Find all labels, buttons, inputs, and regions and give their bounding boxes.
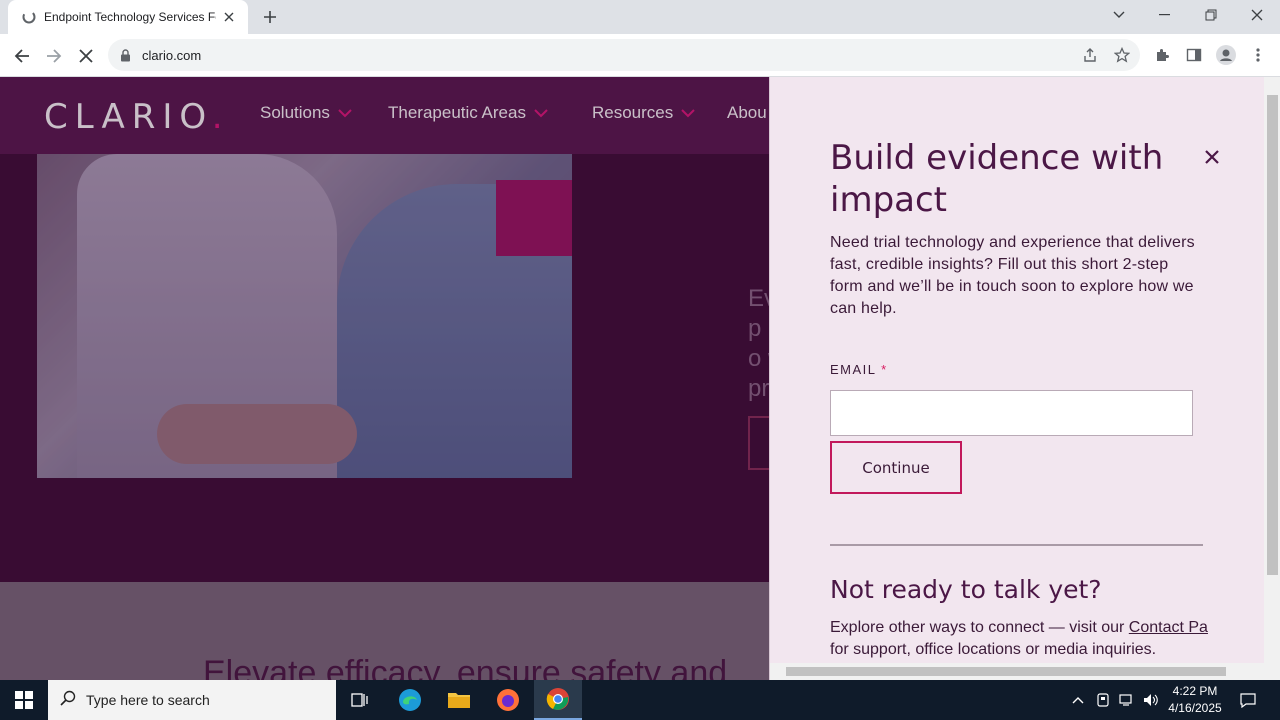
browser-tab[interactable]: Endpoint Technology Services Fo xyxy=(8,0,248,34)
chevron-up-icon[interactable] xyxy=(1068,680,1088,720)
close-window-icon[interactable] xyxy=(1234,0,1280,30)
explore-line1: Explore other ways to connect — visit ou… xyxy=(830,619,1129,636)
search-icon xyxy=(60,690,76,711)
restore-icon[interactable] xyxy=(1188,0,1234,30)
tab-search-icon[interactable] xyxy=(1096,0,1142,30)
share-icon[interactable] xyxy=(1077,42,1103,68)
email-field[interactable] xyxy=(830,390,1193,436)
loading-favicon-icon xyxy=(22,10,36,24)
chevron-down-icon xyxy=(534,108,548,118)
continue-button[interactable]: Continue xyxy=(830,441,962,494)
taskbar-search-box[interactable]: Type here to search xyxy=(48,680,336,720)
profile-avatar-icon[interactable] xyxy=(1213,42,1239,68)
browser-tabstrip: Endpoint Technology Services Fo xyxy=(0,0,1280,34)
logo-text: CLARIO xyxy=(44,97,212,137)
clock-date: 4/16/2025 xyxy=(1168,701,1222,715)
task-view-icon[interactable] xyxy=(336,680,384,720)
chevron-down-icon xyxy=(338,108,352,118)
edge-browser-icon[interactable] xyxy=(386,680,434,720)
close-tab-icon[interactable] xyxy=(220,8,238,26)
contact-page-link[interactable]: Contact Pa xyxy=(1129,619,1208,636)
windows-taskbar: Type here to search 4:22 PM 4/16/2025 xyxy=(0,680,1280,720)
close-panel-icon[interactable] xyxy=(1200,145,1224,169)
firefox-icon[interactable] xyxy=(484,680,532,720)
system-clock[interactable]: 4:22 PM 4/16/2025 xyxy=(1160,683,1230,717)
tab-title: Endpoint Technology Services Fo xyxy=(44,10,216,24)
nav-label: Resources xyxy=(592,103,674,122)
new-tab-button[interactable] xyxy=(259,6,281,28)
url-text: clario.com xyxy=(142,47,202,63)
forward-icon[interactable] xyxy=(40,42,68,70)
extensions-icon[interactable] xyxy=(1149,42,1175,68)
contact-side-panel: Build evidence with impact Need trial te… xyxy=(769,77,1280,680)
clario-logo[interactable]: CLARIO. xyxy=(44,97,230,137)
logo-dot: . xyxy=(211,97,230,137)
device-icon[interactable] xyxy=(1092,680,1114,720)
section-heading: Elevate efficacy, ensure safety and xyxy=(203,654,728,680)
required-asterisk: * xyxy=(881,362,888,377)
hero-photo-doctor-nurse xyxy=(37,154,572,478)
minimize-icon[interactable] xyxy=(1142,0,1188,30)
web-page: CLARIO. Solutions Therapeutic Areas Reso… xyxy=(0,77,1280,680)
clock-time: 4:22 PM xyxy=(1172,684,1218,698)
not-ready-heading: Not ready to talk yet? xyxy=(830,575,1102,604)
scrollbar-thumb[interactable] xyxy=(786,667,1226,676)
back-icon[interactable] xyxy=(8,42,36,70)
email-label-text: EMAIL xyxy=(830,362,877,377)
chevron-down-icon xyxy=(681,108,695,118)
side-panel-icon[interactable] xyxy=(1181,42,1207,68)
panel-description: Need trial technology and experience tha… xyxy=(830,234,1195,317)
panel-title: Build evidence with impact xyxy=(830,138,1164,220)
browser-toolbar: clario.com xyxy=(0,34,1280,77)
notifications-icon[interactable] xyxy=(1234,680,1262,720)
vertical-scrollbar[interactable] xyxy=(1264,77,1280,680)
nav-resources[interactable]: Resources xyxy=(592,103,695,123)
horizontal-scrollbar[interactable] xyxy=(770,663,1264,680)
nav-about[interactable]: Abou xyxy=(727,103,767,123)
explore-line2: for support, office locations or media i… xyxy=(830,641,1157,658)
nav-label: Therapeutic Areas xyxy=(388,103,526,122)
email-label: EMAIL * xyxy=(830,362,888,377)
nav-solutions[interactable]: Solutions xyxy=(260,103,352,123)
explore-text: Explore other ways to connect — visit ou… xyxy=(830,617,1270,661)
lock-icon[interactable] xyxy=(120,48,132,62)
address-bar[interactable]: clario.com xyxy=(108,39,1140,71)
bookmark-star-icon[interactable] xyxy=(1109,42,1135,68)
network-icon[interactable] xyxy=(1116,680,1138,720)
file-explorer-icon[interactable] xyxy=(435,680,483,720)
stop-loading-icon[interactable] xyxy=(72,42,100,70)
search-placeholder: Type here to search xyxy=(86,692,210,708)
nav-therapeutic-areas[interactable]: Therapeutic Areas xyxy=(388,103,548,123)
windows-start-icon[interactable] xyxy=(0,680,48,720)
divider xyxy=(830,544,1203,546)
menu-kebab-icon[interactable] xyxy=(1245,42,1271,68)
volume-icon[interactable] xyxy=(1140,680,1162,720)
nav-label: Abou xyxy=(727,103,767,122)
scrollbar-thumb[interactable] xyxy=(1267,95,1278,575)
chrome-icon[interactable] xyxy=(534,680,582,720)
nav-label: Solutions xyxy=(260,103,330,122)
